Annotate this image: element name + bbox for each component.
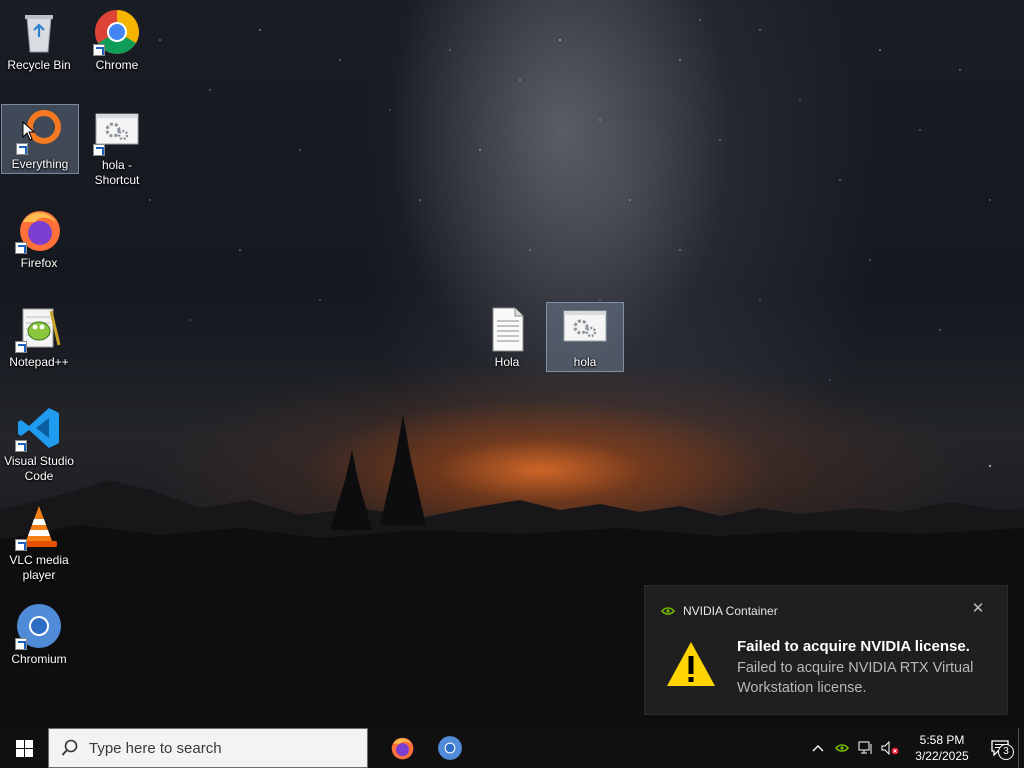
gear-settings-icon xyxy=(93,108,141,156)
everything-icon xyxy=(16,107,64,155)
chrome-icon xyxy=(93,8,141,56)
show-hidden-icons-chevron-icon[interactable] xyxy=(806,728,830,768)
gear-settings-icon xyxy=(561,305,609,353)
volume-muted-icon[interactable] xyxy=(878,728,902,768)
chromium-icon xyxy=(15,602,63,650)
action-center-button[interactable]: 3 xyxy=(982,728,1018,768)
network-icon[interactable] xyxy=(854,728,878,768)
everything-icon-item[interactable]: Everything xyxy=(1,104,79,174)
icon-label: Visual Studio Code xyxy=(4,454,74,483)
shortcut-arrow-icon xyxy=(93,44,105,56)
shortcut-arrow-icon xyxy=(15,341,27,353)
chrome-icon-item[interactable]: Chrome xyxy=(78,6,156,76)
search-placeholder: Type here to search xyxy=(89,739,222,757)
taskbar-firefox-button[interactable] xyxy=(378,728,426,768)
shortcut-arrow-icon xyxy=(15,440,27,452)
vlc-cone-icon xyxy=(15,503,63,551)
shortcut-arrow-icon xyxy=(93,144,105,156)
icon-label: hola - Shortcut xyxy=(94,158,140,187)
hola-shortcut-icon-item[interactable]: hola - Shortcut xyxy=(78,106,156,187)
icon-label: Everything xyxy=(11,157,69,171)
recycle-bin-icon xyxy=(15,8,63,56)
notification-count-badge: 3 xyxy=(998,744,1014,760)
shortcut-arrow-icon xyxy=(16,143,28,155)
icon-label: hola xyxy=(573,355,597,369)
firefox-icon xyxy=(391,737,414,760)
notepad-plus-plus-icon-item[interactable]: Notepad++ xyxy=(0,303,78,373)
icon-label: VLC media player xyxy=(9,553,69,582)
firefox-icon xyxy=(15,206,63,254)
notification-toast[interactable]: NVIDIA Container ✕ Failed to acquire NVI… xyxy=(644,585,1008,715)
warning-icon xyxy=(665,640,717,693)
start-button[interactable] xyxy=(0,728,48,768)
chromium-icon-item[interactable]: Chromium xyxy=(0,600,78,670)
firefox-icon-item[interactable]: Firefox xyxy=(0,204,78,274)
system-tray: 5:58 PM 3/22/2025 3 xyxy=(806,728,1024,768)
icon-label: Firefox xyxy=(20,256,58,270)
windows-logo-icon xyxy=(15,739,33,757)
recycle-bin-icon-item[interactable]: Recycle Bin xyxy=(0,6,78,76)
notepad-plus-plus-icon xyxy=(15,305,63,353)
vlc-icon-item[interactable]: VLC media player xyxy=(0,501,78,585)
notification-app-name: NVIDIA Container xyxy=(683,604,778,618)
hola-batch-file-icon-item[interactable]: hola xyxy=(546,302,624,372)
taskbar-chromium-button[interactable] xyxy=(426,728,474,768)
shortcut-arrow-icon xyxy=(15,242,27,254)
taskbar: Type here to search 5:58 PM 3/22/2025 3 xyxy=(0,728,1024,768)
search-icon xyxy=(61,739,78,756)
nvidia-logo-icon xyxy=(661,607,675,615)
clock-time: 5:58 PM xyxy=(919,733,965,747)
notification-title: Failed to acquire NVIDIA license. xyxy=(737,638,970,655)
hola-text-file-icon-item[interactable]: Hola xyxy=(468,303,546,373)
icon-label: Chrome xyxy=(95,58,139,72)
nvidia-tray-icon[interactable] xyxy=(830,728,854,768)
text-file-icon xyxy=(483,305,531,353)
close-icon[interactable]: ✕ xyxy=(971,601,985,616)
icon-label: Recycle Bin xyxy=(7,58,71,72)
taskbar-search-box[interactable]: Type here to search xyxy=(48,728,368,768)
clock-date: 3/22/2025 xyxy=(915,749,969,763)
shortcut-arrow-icon xyxy=(15,539,27,551)
icon-label: Hola xyxy=(494,355,520,369)
taskbar-clock[interactable]: 5:58 PM 3/22/2025 xyxy=(902,732,982,764)
show-desktop-button[interactable] xyxy=(1018,728,1024,768)
vscode-icon xyxy=(15,404,63,452)
chromium-icon xyxy=(438,736,462,760)
notification-body: Failed to acquire NVIDIA RTX Virtual Wor… xyxy=(737,660,974,696)
vscode-icon-item[interactable]: Visual Studio Code xyxy=(0,402,78,486)
shortcut-arrow-icon xyxy=(15,638,27,650)
icon-label: Notepad++ xyxy=(9,355,69,369)
mouse-cursor-icon xyxy=(22,121,36,141)
notification-header: NVIDIA Container xyxy=(661,604,778,618)
icon-label: Chromium xyxy=(11,652,67,666)
